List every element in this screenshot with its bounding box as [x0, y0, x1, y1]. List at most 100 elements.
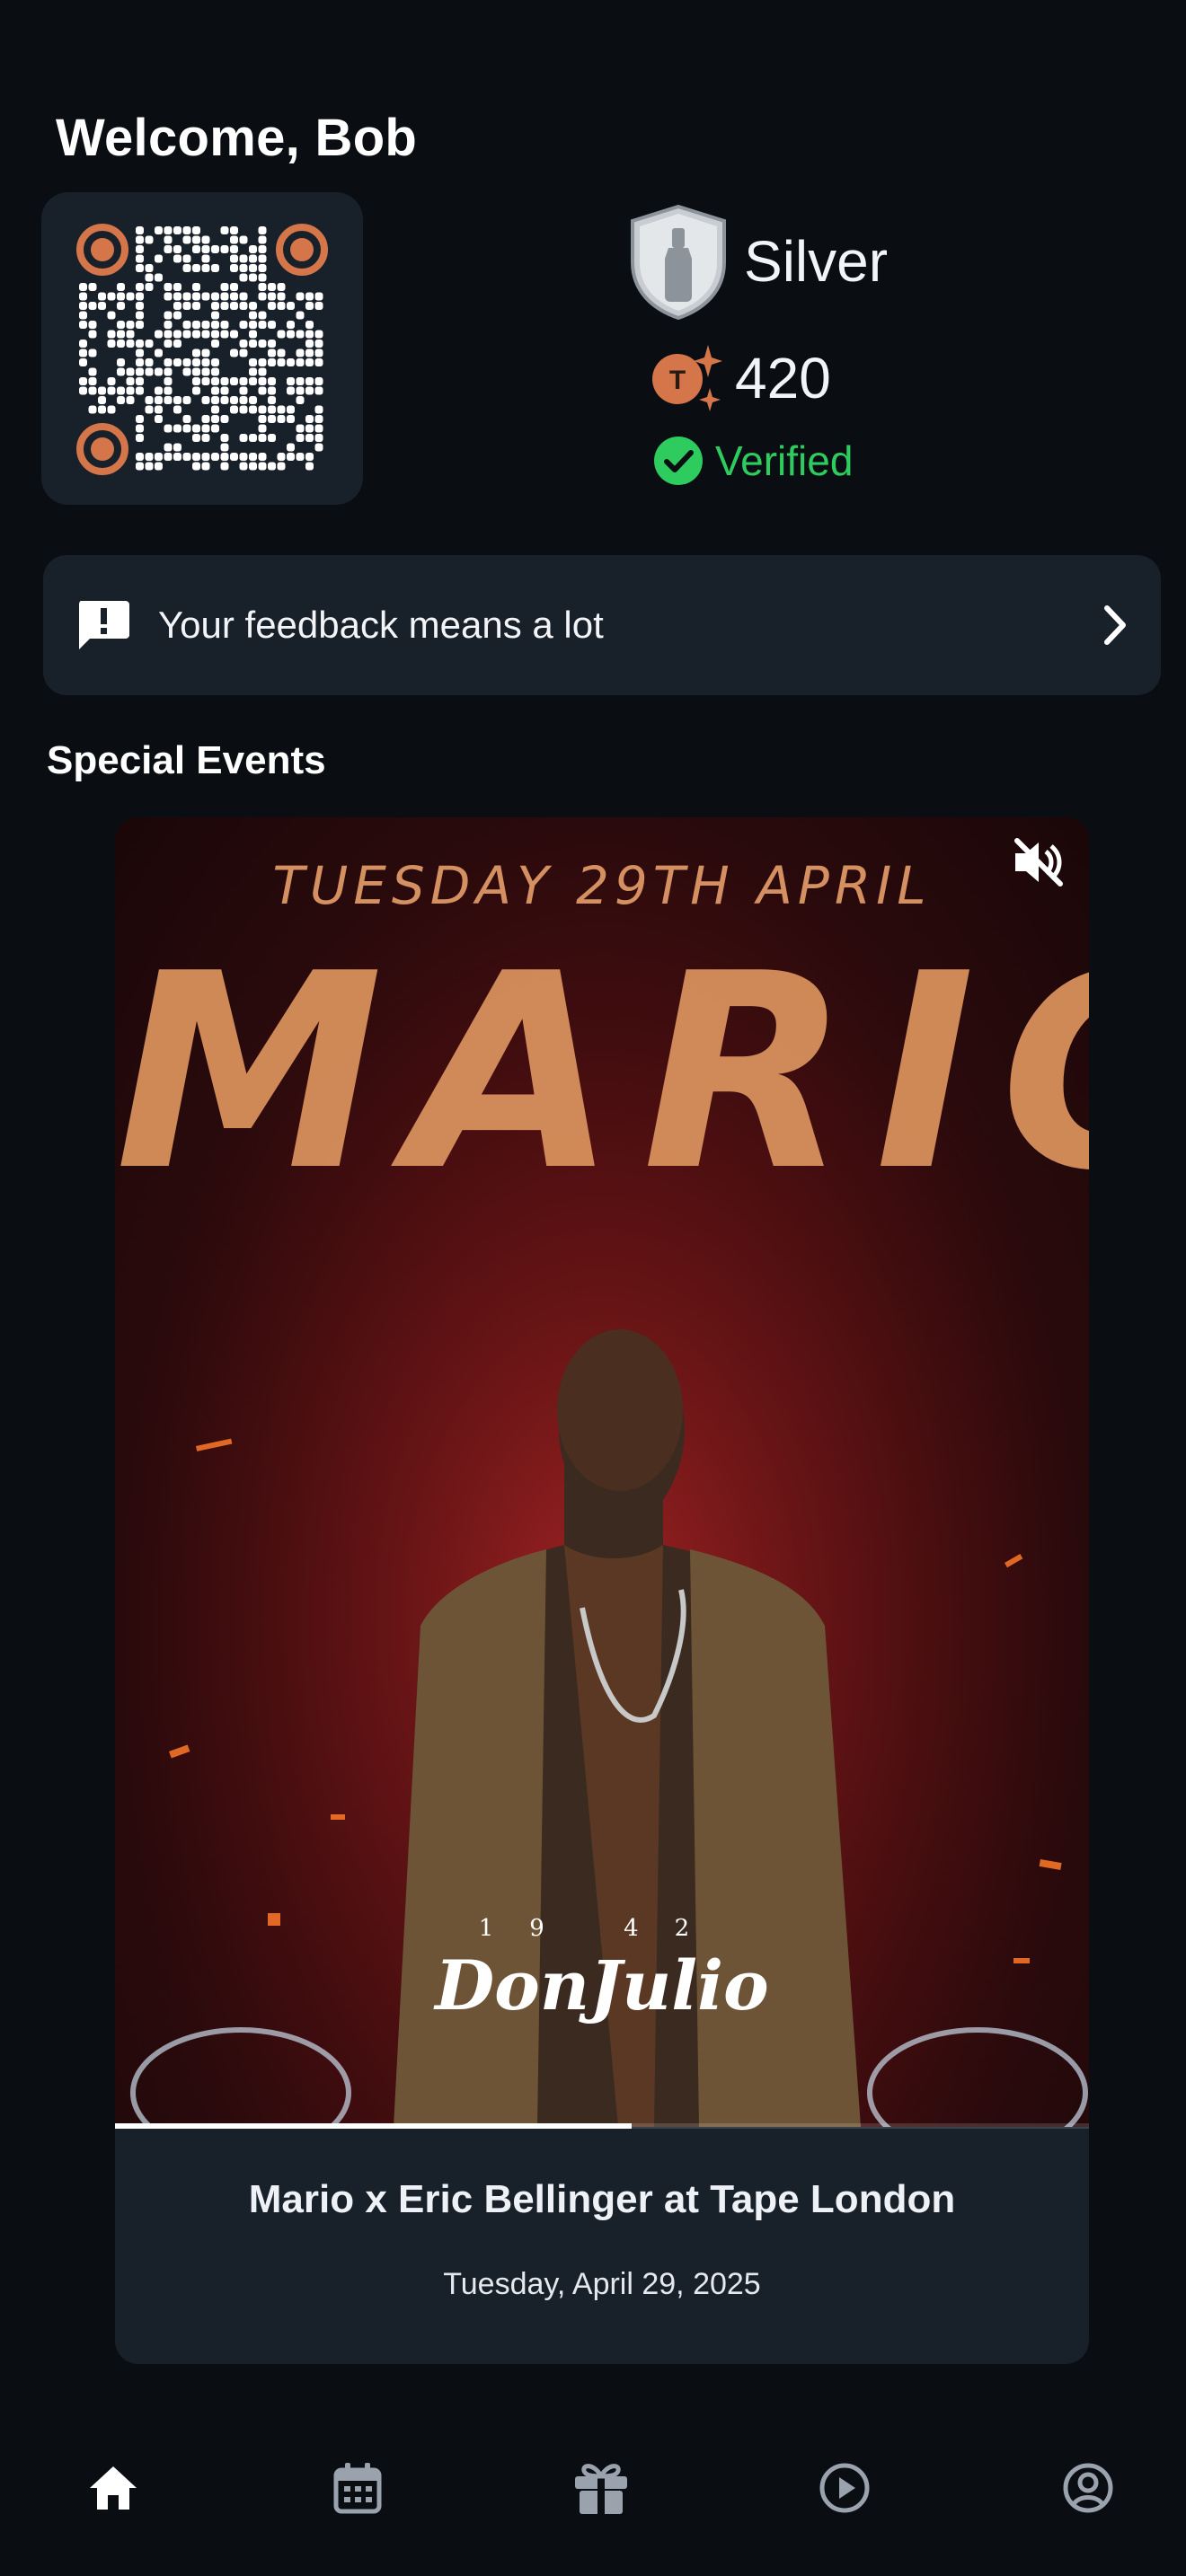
qr-module [314, 330, 323, 339]
qr-module [268, 405, 276, 414]
qr-module [305, 358, 314, 366]
qr-module [305, 321, 314, 329]
qr-module [211, 321, 219, 329]
qr-module [136, 302, 144, 310]
qr-module [268, 302, 276, 310]
qr-module [268, 348, 276, 357]
qr-module [173, 245, 181, 253]
qr-module [287, 386, 295, 395]
qr-module [182, 264, 191, 272]
qr-module [173, 311, 181, 320]
nav-media[interactable] [809, 2452, 881, 2524]
qr-module [305, 330, 314, 339]
feedback-button[interactable]: Your feedback means a lot [43, 555, 1161, 695]
event-card[interactable]: TUESDAY 29TH APRIL MARIO 19 42 DonJulio … [115, 817, 1089, 2364]
qr-module [211, 311, 219, 320]
qr-module [155, 330, 163, 339]
qr-module [107, 311, 116, 320]
points-balance: T 420 [649, 343, 831, 413]
qr-module [98, 292, 106, 301]
qr-module [296, 424, 305, 433]
nav-home[interactable] [77, 2452, 149, 2524]
special-events-title: Special Events [47, 738, 326, 782]
nav-events[interactable] [322, 2452, 394, 2524]
qr-module [136, 434, 144, 442]
nav-rewards[interactable] [565, 2452, 637, 2524]
qr-module [258, 415, 267, 423]
qr-module [268, 434, 276, 442]
qr-module [239, 453, 248, 461]
qr-module [230, 405, 238, 414]
qr-module [201, 358, 210, 366]
points-value: 420 [735, 346, 831, 410]
qr-module [211, 292, 219, 301]
qr-module [296, 292, 305, 301]
qr-module [173, 292, 181, 301]
qr-module [79, 311, 87, 320]
qr-module [192, 235, 200, 244]
qr-module [249, 302, 257, 310]
qr-module [220, 434, 229, 442]
qr-module [98, 302, 106, 310]
qr-module [314, 377, 323, 385]
qr-module [201, 235, 210, 244]
qr-module [211, 302, 219, 310]
qr-module [192, 330, 200, 339]
qr-module [211, 330, 219, 339]
qr-module [164, 386, 173, 395]
qr-module [173, 443, 181, 452]
qr-module [136, 377, 144, 385]
qr-module [258, 292, 267, 301]
video-progress-fill [115, 2123, 632, 2129]
qr-module [211, 377, 219, 385]
qr-module [155, 226, 163, 234]
qr-module [314, 415, 323, 423]
qr-module [258, 358, 267, 366]
qr-module [249, 321, 257, 329]
qr-module [192, 226, 200, 234]
qr-module [126, 377, 135, 385]
sponsor-year-right: 42 [624, 1915, 726, 1942]
qr-module [79, 283, 87, 291]
qr-module [145, 283, 154, 291]
qr-module [173, 226, 181, 234]
qr-module [211, 415, 219, 423]
qr-module [220, 283, 229, 291]
qr-module [277, 415, 286, 423]
qr-module [305, 292, 314, 301]
qr-module [88, 405, 97, 414]
sponsor-logo: 19 42 DonJulio [115, 1915, 1089, 2025]
qr-module [182, 321, 191, 329]
qr-module [249, 462, 257, 471]
qr-module [145, 264, 154, 272]
mute-button[interactable] [1012, 837, 1066, 892]
qr-module [211, 396, 219, 404]
qr-module [192, 434, 200, 442]
qr-module [136, 415, 144, 423]
qr-module [79, 340, 87, 348]
nav-profile[interactable] [1052, 2452, 1124, 2524]
qr-module [220, 321, 229, 329]
qr-module [126, 292, 135, 301]
qr-module [201, 377, 210, 385]
video-progress-bar[interactable] [115, 2123, 1089, 2129]
qr-module [249, 405, 257, 414]
qr-module [201, 254, 210, 263]
qr-module [136, 386, 144, 395]
qr-module [277, 283, 286, 291]
qr-module [211, 358, 219, 366]
qr-module [107, 377, 116, 385]
qr-module [305, 462, 314, 471]
event-poster-video[interactable]: TUESDAY 29TH APRIL MARIO 19 42 DonJulio [115, 817, 1089, 2127]
qr-module [117, 367, 125, 376]
calendar-icon [333, 2463, 382, 2514]
qr-module [287, 321, 295, 329]
qr-module [314, 340, 323, 348]
qr-module [249, 367, 257, 376]
qr-module [258, 273, 267, 282]
qr-module [88, 321, 97, 329]
qr-module [239, 386, 248, 395]
qr-module [277, 302, 286, 310]
qr-module [230, 377, 238, 385]
member-qr-code[interactable] [41, 192, 363, 505]
